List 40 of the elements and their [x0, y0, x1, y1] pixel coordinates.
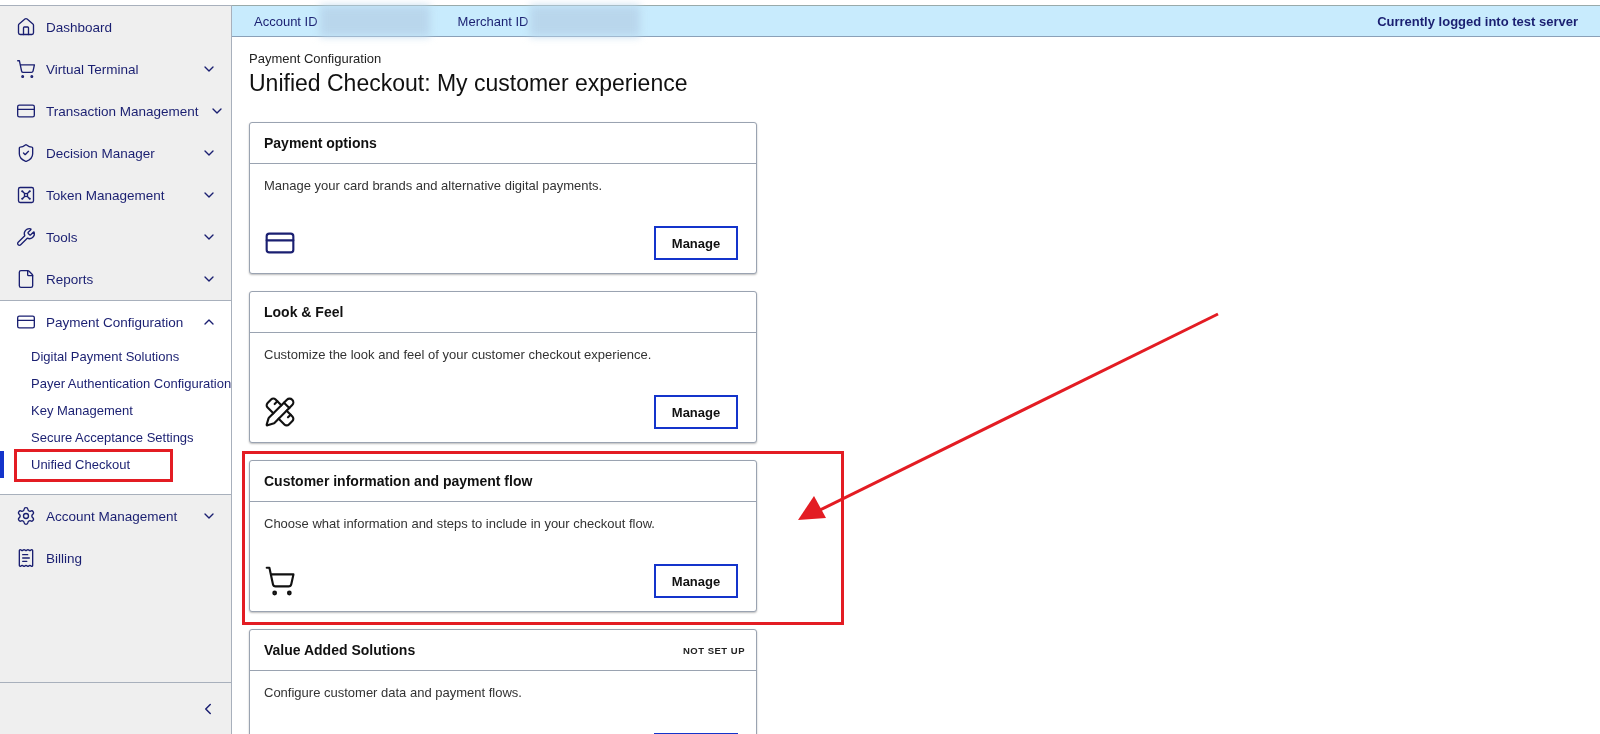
- card-title: Payment options: [264, 135, 377, 151]
- sidebar-item[interactable]: Account Management: [0, 495, 231, 537]
- home-icon: [16, 17, 36, 37]
- sidebar-item[interactable]: Reports: [0, 258, 231, 300]
- cart-counter-icon: [264, 565, 296, 597]
- sidebar-item[interactable]: Token Management: [0, 174, 231, 216]
- sidebar-item[interactable]: Virtual Terminal: [0, 48, 231, 90]
- card-description: Customize the look and feel of your customer checkout experience.: [264, 347, 653, 363]
- status-label: NOT SET UP: [683, 644, 745, 656]
- page-title: Unified Checkout: My customer experience: [249, 70, 689, 97]
- merchant-id-label: Merchant ID: [457, 13, 529, 29]
- receipt-icon: [16, 548, 36, 568]
- sidebar-subitem[interactable]: Digital Payment Solutions: [0, 343, 231, 370]
- card-description: Manage your card brands and alternative digital payments.: [264, 178, 604, 194]
- sidebar-item[interactable]: Decision Manager: [0, 132, 231, 174]
- card-description: Choose what information and steps to include in your checkout flow.: [264, 516, 656, 532]
- card-description: Configure customer data and payment flows.: [264, 685, 523, 701]
- sidebar-item[interactable]: Dashboard: [0, 6, 231, 48]
- breadcrumb: Payment Configuration: [249, 51, 383, 66]
- sidebar-subitem[interactable]: Key Management: [0, 397, 231, 424]
- sidebar-subitem[interactable]: Payer Authentication Configuration: [0, 370, 231, 397]
- sidebar-item[interactable]: Payment Configuration: [0, 301, 231, 343]
- manage-button[interactable]: Manage: [654, 226, 738, 260]
- wrench-icon: [16, 227, 36, 247]
- account-id-label: Account ID: [254, 13, 318, 29]
- sidebar-item[interactable]: Transaction Management: [0, 90, 231, 132]
- sidebar-subitem[interactable]: Unified Checkout: [0, 451, 231, 478]
- card-title: Look & Feel: [264, 304, 344, 320]
- sidebar-item[interactable]: Billing: [0, 537, 231, 579]
- sidebar-item[interactable]: Tools: [0, 216, 231, 258]
- gear-icon: [16, 506, 36, 526]
- cart-icon: [16, 59, 36, 79]
- document-icon: [16, 269, 36, 289]
- manage-button[interactable]: Manage: [654, 564, 738, 598]
- manage-button[interactable]: Manage: [654, 395, 738, 429]
- sidebar-subitem[interactable]: Secure Acceptance Settings: [0, 424, 231, 451]
- card-title: Value Added Solutions: [264, 642, 416, 658]
- card-title: Customer information and payment flow: [264, 473, 533, 489]
- pencil-ruler-icon: [264, 396, 296, 428]
- server-status: Currently logged into test server: [1377, 13, 1578, 29]
